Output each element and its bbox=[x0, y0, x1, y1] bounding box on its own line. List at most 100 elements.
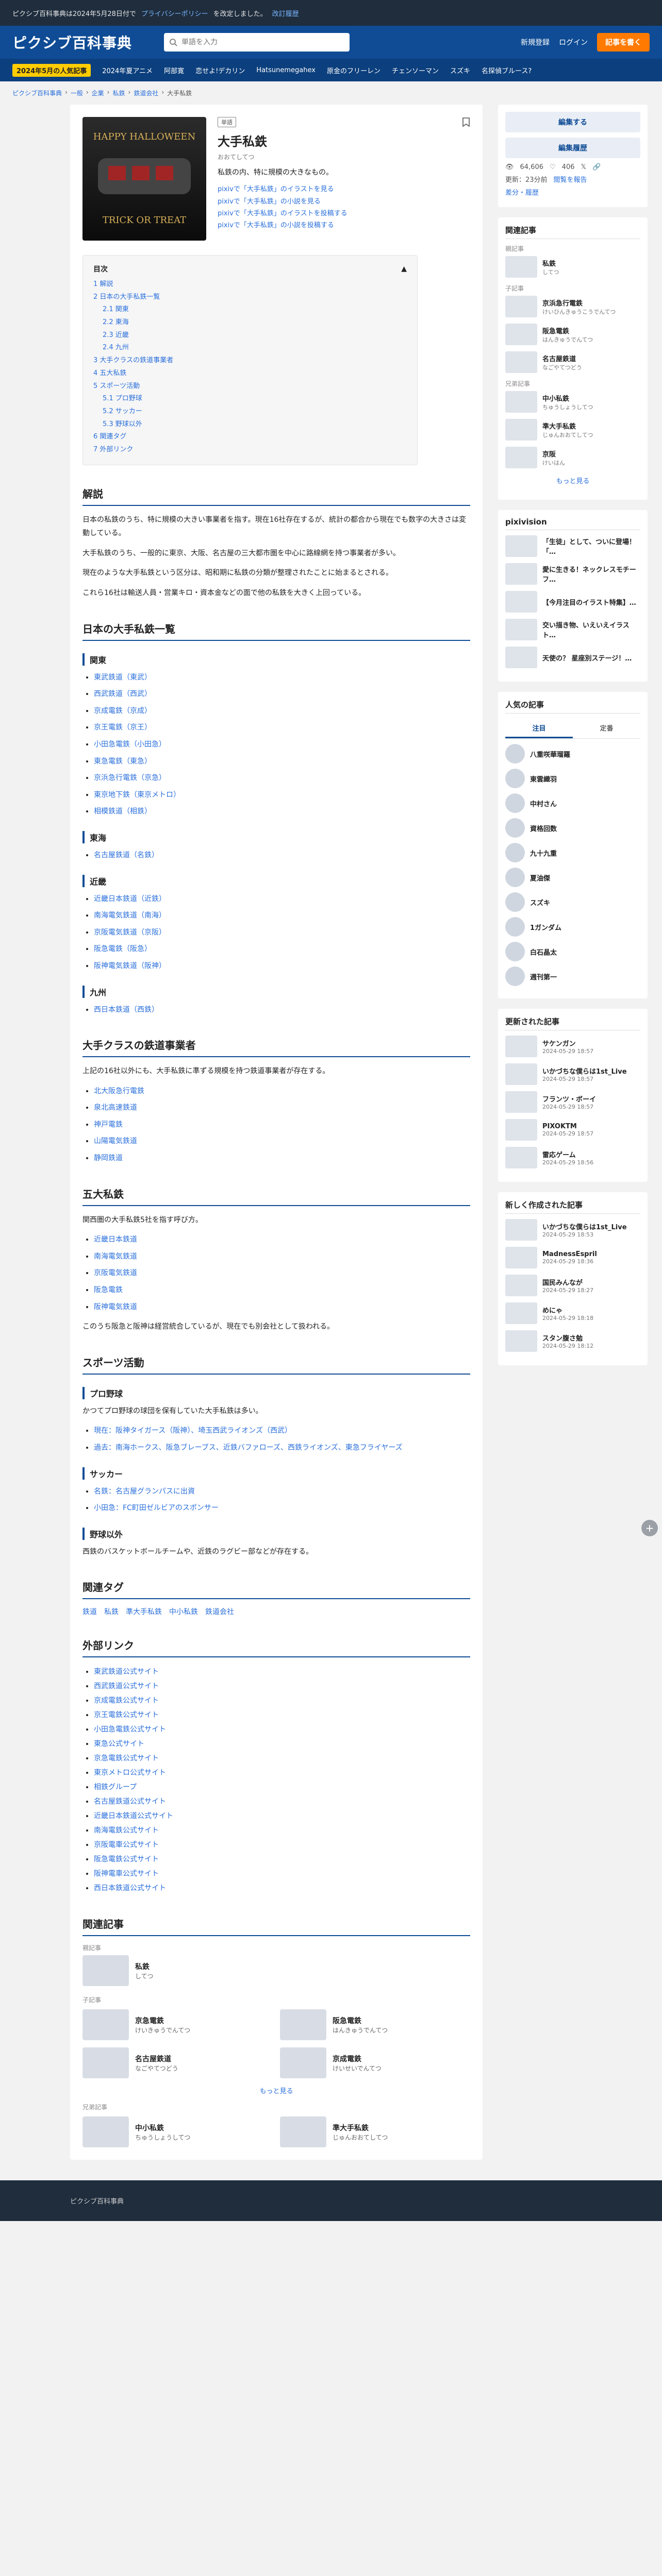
tag-link[interactable]: 準大手私鉄 bbox=[126, 1606, 162, 1617]
external-link[interactable]: 東武鉄道公式サイト bbox=[94, 1668, 159, 1676]
history-link[interactable]: 差分・履歴 bbox=[505, 187, 539, 197]
bookmark-icon[interactable] bbox=[462, 117, 470, 127]
related-card[interactable]: 京急電鉄 けいきゅうでんてつ bbox=[82, 2009, 273, 2041]
external-link[interactable]: 東京メトロ公式サイト bbox=[94, 1769, 166, 1777]
trend-item[interactable]: 恋せよ!デカリン bbox=[195, 65, 245, 75]
toc-item[interactable]: 6 関連タグ bbox=[93, 431, 407, 444]
item-link[interactable]: 北大阪急行電鉄 bbox=[94, 1087, 144, 1095]
external-link[interactable]: 西武鉄道公式サイト bbox=[94, 1682, 159, 1690]
external-link[interactable]: 京成電鉄公式サイト bbox=[94, 1697, 159, 1705]
article-thumbnail[interactable]: HAPPY HALLOWEEN TRICK OR TREAT bbox=[82, 117, 206, 241]
item-link[interactable]: 名古屋鉄道（名鉄） bbox=[94, 851, 159, 859]
popular-item[interactable]: 中村さん bbox=[505, 793, 640, 813]
external-link[interactable]: 相鉄グループ bbox=[94, 1783, 137, 1791]
item-link[interactable]: 神戸電鉄 bbox=[94, 1121, 123, 1129]
sidebar-related-item[interactable]: 中小私鉄 ちゅうしょうしてつ bbox=[505, 391, 640, 413]
item-link[interactable]: 阪急電鉄（阪急） bbox=[94, 945, 152, 953]
external-link[interactable]: 京阪電車公式サイト bbox=[94, 1841, 159, 1849]
pixiv-link[interactable]: pixivで「大手私鉄」のイラストを投稿する bbox=[218, 208, 470, 219]
chevron-up-icon[interactable]: ▲ bbox=[401, 264, 407, 274]
toc-item[interactable]: 1 解説 bbox=[93, 278, 407, 291]
item-link[interactable]: 現在：阪神タイガース（阪神）、埼玉西武ライオンズ（西武） bbox=[94, 1427, 292, 1435]
external-link[interactable]: 小田急電鉄公式サイト bbox=[94, 1725, 166, 1734]
new-item[interactable]: 国民みんなが 2024-05-29 18:27 bbox=[505, 1275, 640, 1296]
item-link[interactable]: 過去：南海ホークス、阪急ブレーブス、近鉄バファローズ、西鉄ライオンズ、東急フライ… bbox=[94, 1444, 403, 1452]
external-link[interactable]: 近畿日本鉄道公式サイト bbox=[94, 1812, 173, 1820]
report-link[interactable]: 閲覧を報告 bbox=[554, 174, 587, 184]
breadcrumb-item[interactable]: 私鉄 bbox=[112, 89, 125, 97]
popular-item[interactable]: 八重咲華瑠羅 bbox=[505, 744, 640, 764]
item-link[interactable]: 京阪電気鉄道（京阪） bbox=[94, 928, 166, 937]
popular-item[interactable]: 九十九重 bbox=[505, 843, 640, 862]
toc-item[interactable]: 2.3 近畿 bbox=[93, 329, 407, 342]
trend-item[interactable]: スズキ bbox=[450, 65, 470, 75]
new-item[interactable]: MadnessEspril 2024-05-29 18:36 bbox=[505, 1247, 640, 1268]
item-link[interactable]: 阪急電鉄 bbox=[94, 1286, 123, 1294]
popular-item[interactable]: 夏油傑 bbox=[505, 868, 640, 887]
updated-item[interactable]: いかづちな僕らは1st_Live 2024-05-29 18:57 bbox=[505, 1063, 640, 1085]
toc-item[interactable]: 2.1 関東 bbox=[93, 303, 407, 316]
item-link[interactable]: 京王電鉄（京王） bbox=[94, 723, 152, 732]
item-link[interactable]: 相模鉄道（相鉄） bbox=[94, 807, 152, 816]
popular-item[interactable]: 週刊第一 bbox=[505, 967, 640, 986]
item-link[interactable]: 小田急：FC町田ゼルビアのスポンサー bbox=[94, 1504, 219, 1512]
tag-link[interactable]: 鉄道 bbox=[82, 1606, 97, 1617]
edit-history-button[interactable]: 編集履歴 bbox=[505, 138, 640, 158]
more-link[interactable]: もっと見る bbox=[556, 478, 589, 485]
more-link[interactable]: もっと見る bbox=[259, 2088, 293, 2095]
privacy-policy-link[interactable]: プライバシーポリシー bbox=[141, 8, 208, 18]
toc-item[interactable]: 2.2 東海 bbox=[93, 316, 407, 329]
toc-item[interactable]: 4 五大私鉄 bbox=[93, 367, 407, 380]
updated-item[interactable]: サケンガン 2024-05-29 18:57 bbox=[505, 1036, 640, 1057]
breadcrumb-item[interactable]: 一般 bbox=[71, 89, 83, 97]
item-link[interactable]: 京成電鉄（京成） bbox=[94, 707, 152, 715]
link-icon[interactable]: 🔗 bbox=[592, 163, 601, 171]
related-card[interactable]: 京成電鉄 けいせいでんてつ bbox=[280, 2047, 470, 2079]
item-link[interactable]: 東武鉄道（東武） bbox=[94, 673, 152, 682]
external-link[interactable]: 東急公式サイト bbox=[94, 1740, 144, 1748]
edit-button[interactable]: 編集する bbox=[505, 112, 640, 132]
item-link[interactable]: 東京地下鉄（東京メトロ） bbox=[94, 791, 180, 799]
item-link[interactable]: 京阪電気鉄道 bbox=[94, 1269, 137, 1277]
updated-item[interactable]: 雷応ゲーム 2024-05-29 18:56 bbox=[505, 1147, 640, 1168]
new-item[interactable]: スタン腹さ勉 2024-05-29 18:12 bbox=[505, 1330, 640, 1352]
sidebar-related-item[interactable]: 京阪 けいはん bbox=[505, 447, 640, 468]
trend-item[interactable]: 原金のフリーレン bbox=[327, 65, 380, 75]
pixivision-item[interactable]: 愛に生きる！ネックレスモチーフ… bbox=[505, 563, 640, 585]
scroll-top-button[interactable]: + bbox=[641, 1520, 658, 1536]
trend-item[interactable]: Hatsunemegahex bbox=[256, 66, 316, 74]
tag-link[interactable]: 鉄道会社 bbox=[205, 1606, 234, 1617]
toc-item[interactable]: 3 大手クラスの鉄道事業者 bbox=[93, 354, 407, 367]
popular-item[interactable]: 白石晶太 bbox=[505, 942, 640, 961]
external-link[interactable]: 南海電鉄公式サイト bbox=[94, 1826, 159, 1835]
toc-item[interactable]: 5 スポーツ活動 bbox=[93, 380, 407, 393]
popular-item[interactable]: スズキ bbox=[505, 892, 640, 912]
sidebar-related-item[interactable]: 阪急電鉄 はんきゅうでんてつ bbox=[505, 324, 640, 345]
tab-fixed[interactable]: 定番 bbox=[573, 719, 640, 738]
pixivision-item[interactable]: 天使の？ 星座別ステージ！… bbox=[505, 647, 640, 668]
sidebar-related-item[interactable]: 準大手私鉄 じゅんおおてしてつ bbox=[505, 419, 640, 440]
tag-link[interactable]: 私鉄 bbox=[104, 1606, 119, 1617]
updated-item[interactable]: PIXOKTM 2024-05-29 18:57 bbox=[505, 1119, 640, 1141]
trend-item[interactable]: 名探偵ブルース? bbox=[482, 65, 532, 75]
sidebar-related-item[interactable]: 私鉄 してつ bbox=[505, 256, 640, 278]
item-link[interactable]: 泉北高速鉄道 bbox=[94, 1104, 137, 1112]
tag-link[interactable]: 中小私鉄 bbox=[169, 1606, 198, 1617]
toc-item[interactable]: 2.4 九州 bbox=[93, 342, 407, 354]
related-card[interactable]: 準大手私鉄 じゅんおおてしてつ bbox=[280, 2116, 470, 2148]
new-item[interactable]: めにゃ 2024-05-29 18:18 bbox=[505, 1302, 640, 1324]
toc-item[interactable]: 5.1 プロ野球 bbox=[93, 393, 407, 405]
external-link[interactable]: 阪急電鉄公式サイト bbox=[94, 1855, 159, 1863]
trend-item[interactable]: チェンソーマン bbox=[392, 65, 439, 75]
heart-icon[interactable]: ♡ bbox=[550, 163, 556, 171]
external-link[interactable]: 京急電鉄公式サイト bbox=[94, 1754, 159, 1762]
popular-item[interactable]: 1ガンダム bbox=[505, 917, 640, 937]
external-link[interactable]: 阪神電車公式サイト bbox=[94, 1870, 159, 1878]
trend-item[interactable]: 阿部寛 bbox=[164, 65, 184, 75]
x-share-icon[interactable]: 𝕏 bbox=[581, 163, 586, 171]
search-input[interactable] bbox=[181, 38, 345, 46]
site-logo[interactable]: ピクシブ百科事典 bbox=[12, 32, 132, 53]
tab-trending[interactable]: 注目 bbox=[505, 719, 573, 738]
signup-link[interactable]: 新規登録 bbox=[521, 37, 550, 47]
item-link[interactable]: 近畿日本鉄道（近鉄） bbox=[94, 895, 166, 903]
